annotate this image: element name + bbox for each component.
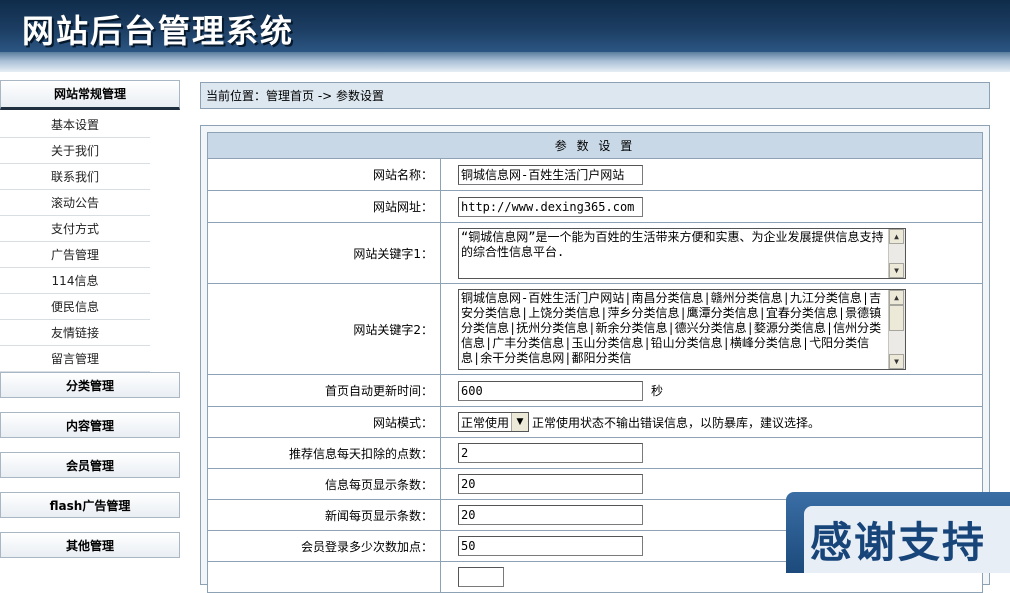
sidebar-item-contact-us[interactable]: 联系我们 bbox=[0, 164, 150, 190]
panel-title: 参 数 设 置 bbox=[207, 132, 983, 159]
sidebar-item-public-info[interactable]: 便民信息 bbox=[0, 294, 150, 320]
site-name-label: 网站名称： bbox=[208, 159, 441, 190]
sidebar-item-about-us[interactable]: 关于我们 bbox=[0, 138, 150, 164]
sidebar-section-content[interactable]: 内容管理 bbox=[0, 412, 180, 438]
sidebar-item-scrolling-notice[interactable]: 滚动公告 bbox=[0, 190, 150, 216]
news-per-page-label: 新闻每页显示条数： bbox=[208, 500, 441, 530]
keyword1-scrollbar[interactable]: ▲ ▼ bbox=[888, 228, 905, 278]
site-mode-select[interactable]: 正常使用 ▼ bbox=[458, 412, 530, 432]
row-site-mode: 网站模式： 正常使用 ▼ 正常使用状态不输出错误信息，以防暴库，建议选择。 bbox=[207, 407, 983, 438]
sidebar-section-members[interactable]: 会员管理 bbox=[0, 452, 180, 478]
news-per-page-input[interactable]: 20 bbox=[458, 505, 643, 525]
refresh-time-input[interactable]: 600 bbox=[458, 380, 643, 401]
site-url-label: 网站网址： bbox=[208, 191, 441, 222]
header-band bbox=[0, 52, 1010, 72]
partial-input[interactable] bbox=[458, 567, 504, 587]
sidebar: 网站常规管理 基本设置 关于我们 联系我们 滚动公告 支付方式 广告管理 114… bbox=[0, 80, 182, 558]
keyword2-scrollbar[interactable]: ▲ ▼ bbox=[888, 289, 905, 369]
recommend-points-input[interactable]: 2 bbox=[458, 443, 643, 463]
site-url-input[interactable]: http://www.dexing365.com bbox=[458, 196, 643, 217]
keyword1-textarea[interactable]: “铜城信息网”是一个能为百姓的生活带来方便和实惠、为企业发展提供信息支持的综合性… bbox=[458, 227, 906, 279]
scroll-up-icon[interactable]: ▲ bbox=[889, 289, 904, 305]
sidebar-item-messages[interactable]: 留言管理 bbox=[0, 346, 150, 372]
row-site-name: 网站名称： 铜城信息网-百姓生活门户网站 bbox=[207, 159, 983, 191]
sidebar-items: 基本设置 关于我们 联系我们 滚动公告 支付方式 广告管理 114信息 便民信息… bbox=[0, 112, 180, 372]
sidebar-item-ad-management[interactable]: 广告管理 bbox=[0, 242, 150, 268]
site-mode-note: 正常使用状态不输出错误信息，以防暴库，建议选择。 bbox=[532, 415, 821, 430]
scroll-up-icon[interactable]: ▲ bbox=[889, 228, 904, 244]
sidebar-section-category[interactable]: 分类管理 bbox=[0, 372, 180, 398]
scroll-down-icon[interactable]: ▼ bbox=[889, 262, 904, 278]
system-title: 网站后台管理系统 bbox=[22, 12, 295, 50]
info-per-page-label: 信息每页显示条数： bbox=[208, 469, 441, 499]
site-name-input[interactable]: 铜城信息网-百姓生活门户网站 bbox=[458, 164, 643, 185]
scroll-down-icon[interactable]: ▼ bbox=[889, 353, 904, 369]
chevron-down-icon[interactable]: ▼ bbox=[511, 413, 529, 431]
keyword2-textarea[interactable]: 铜城信息网-百姓生活门户网站|南昌分类信息|赣州分类信息|九江分类信息|吉安分类… bbox=[458, 288, 906, 370]
keyword2-text: 铜城信息网-百姓生活门户网站|南昌分类信息|赣州分类信息|九江分类信息|吉安分类… bbox=[461, 290, 882, 365]
site-mode-label: 网站模式： bbox=[208, 407, 441, 437]
row-site-url: 网站网址： http://www.dexing365.com bbox=[207, 191, 983, 223]
login-points-label: 会员登录多少次数加点： bbox=[208, 531, 441, 561]
scroll-thumb[interactable] bbox=[889, 304, 904, 331]
site-mode-selected: 正常使用 bbox=[461, 415, 510, 430]
refresh-time-unit: 秒 bbox=[651, 384, 664, 398]
row-recommend-points: 推荐信息每天扣除的点数： 2 bbox=[207, 438, 983, 469]
breadcrumb: 当前位置：管理首页 -> 参数设置 bbox=[200, 82, 990, 109]
thanks-text: 感谢支持 bbox=[810, 518, 987, 567]
sidebar-item-payment-method[interactable]: 支付方式 bbox=[0, 216, 150, 242]
sidebar-section-flash-ads[interactable]: flash广告管理 bbox=[0, 492, 180, 518]
row-refresh-time: 首页自动更新时间： 600 秒 bbox=[207, 375, 983, 407]
header-bar: 网站后台管理系统 bbox=[0, 0, 1010, 52]
row-keyword2: 网站关键字2： 铜城信息网-百姓生活门户网站|南昌分类信息|赣州分类信息|九江分… bbox=[207, 284, 983, 375]
refresh-time-label: 首页自动更新时间： bbox=[208, 375, 441, 406]
keyword1-text: “铜城信息网”是一个能为百姓的生活带来方便和实惠、为企业发展提供信息支持的综合性… bbox=[461, 229, 884, 259]
sidebar-item-114-info[interactable]: 114信息 bbox=[0, 268, 150, 294]
row-keyword1: 网站关键字1： “铜城信息网”是一个能为百姓的生活带来方便和实惠、为企业发展提供… bbox=[207, 223, 983, 284]
sidebar-section-site-general[interactable]: 网站常规管理 bbox=[0, 80, 180, 110]
sidebar-section-other[interactable]: 其他管理 bbox=[0, 532, 180, 558]
sidebar-item-basic-settings[interactable]: 基本设置 bbox=[0, 112, 150, 138]
info-per-page-input[interactable]: 20 bbox=[458, 474, 643, 494]
keyword2-label: 网站关键字2： bbox=[208, 284, 441, 374]
recommend-points-label: 推荐信息每天扣除的点数： bbox=[208, 438, 441, 468]
keyword1-label: 网站关键字1： bbox=[208, 223, 441, 283]
sidebar-item-friend-links[interactable]: 友情链接 bbox=[0, 320, 150, 346]
login-points-input[interactable]: 50 bbox=[458, 536, 643, 556]
